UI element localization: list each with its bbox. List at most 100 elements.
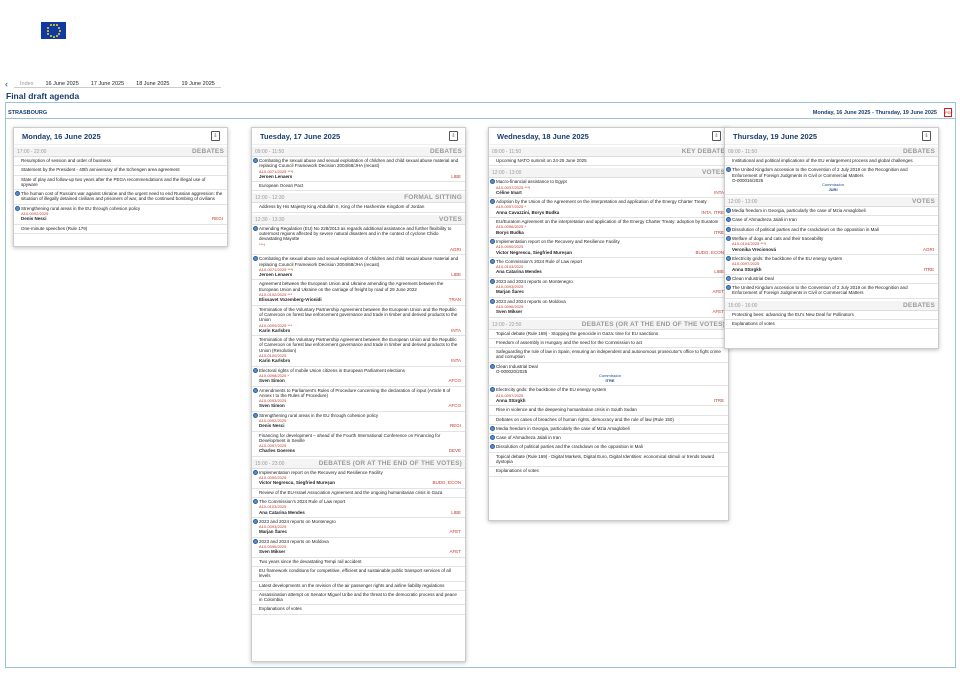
agenda-item[interactable]: Electoral rights of mobile Union citizen… [252, 367, 465, 387]
document-icon[interactable] [253, 256, 258, 262]
agenda-item[interactable]: Financing for development – ahead of the… [252, 432, 465, 457]
document-icon[interactable] [253, 387, 258, 393]
agenda-item[interactable]: EU/Euratom Agreement on the interpretati… [489, 218, 728, 238]
agenda-item[interactable]: Topical debate (Rule 169) - Digital Mark… [489, 453, 728, 468]
agenda-item[interactable]: Institutional and political implications… [725, 157, 938, 167]
agenda-item[interactable]: Implementation report on the Recovery an… [252, 469, 465, 489]
agenda-item[interactable]: Electricity grids: the backbone of the E… [489, 386, 728, 407]
agenda-item[interactable]: Rise in violence and the deepening human… [489, 406, 728, 416]
agenda-item[interactable]: Upcoming NATO summit on 24-25 June 2025 [489, 157, 728, 167]
agenda-item[interactable]: One-minute speeches (Rule 179) [14, 225, 227, 234]
pdf-download-icon[interactable]: ⇩ [211, 131, 220, 141]
agenda-item[interactable]: Resumption of session and order of busin… [14, 157, 227, 167]
agenda-item[interactable]: 2023 and 2024 reports on Moldova A10-0096… [252, 538, 465, 558]
agenda-item[interactable]: The Commission's 2024 Rule of Law report… [489, 258, 728, 278]
pdf-download-icon[interactable]: ⇩ [712, 131, 721, 141]
document-icon[interactable] [490, 425, 495, 431]
document-icon[interactable] [726, 255, 731, 261]
agenda-item[interactable]: The Commission's 2024 Rule of Law report… [252, 498, 465, 518]
agenda-item[interactable]: Case of Ahmadreza Jalali in Iran [489, 434, 728, 444]
agenda-item[interactable]: Media freedom in Georgia, particularly t… [489, 425, 728, 435]
agenda-item[interactable]: 2023 and 2024 reports on Montenegro A10-0… [489, 278, 728, 298]
agenda-item[interactable]: Protecting bees: advancing the EU's New … [725, 311, 938, 321]
agenda-item[interactable]: Termination of the Voluntary Partnership… [252, 336, 465, 367]
document-icon[interactable] [15, 205, 20, 211]
agenda-item[interactable]: Strengthening rural areas in the EU thro… [14, 205, 227, 225]
agenda-item[interactable]: Explanations of votes [489, 467, 728, 477]
document-icon[interactable] [726, 275, 731, 281]
agenda-item[interactable]: Address by His Majesty King Abdullah II,… [252, 203, 465, 213]
tab-index[interactable]: Index [14, 81, 40, 88]
agenda-item[interactable]: Strengthening rural areas in the EU thro… [252, 412, 465, 432]
agenda-item[interactable]: Agreement between the European Union and… [252, 280, 465, 306]
agenda-item[interactable]: Explanations of votes [725, 320, 938, 330]
document-icon[interactable] [726, 236, 731, 242]
agenda-item[interactable]: Welfare of dogs and cats and their trace… [725, 235, 938, 255]
agenda-item[interactable]: Electricity grids: the backbone of the E… [725, 255, 938, 275]
document-icon[interactable] [490, 199, 495, 205]
agenda-item[interactable]: Clean Industrial Deal [725, 275, 938, 285]
tab-18-june[interactable]: 18 June 2025 [130, 81, 176, 88]
agenda-item[interactable]: Clean Industrial Deal O-000020/2025 Commis… [489, 363, 728, 387]
document-icon[interactable] [726, 167, 731, 173]
agenda-item[interactable]: The United Kingdom accession to the Conv… [725, 166, 938, 196]
document-icon[interactable] [490, 278, 495, 284]
document-icon[interactable] [253, 225, 258, 231]
agenda-item[interactable]: Dissolution of political parties and the… [725, 226, 938, 236]
agenda-item[interactable]: Media freedom in Georgia, particularly t… [725, 207, 938, 217]
agenda-item[interactable]: Review of the EU-Israel Association Agre… [252, 489, 465, 498]
document-icon[interactable] [253, 538, 258, 544]
document-icon[interactable] [253, 469, 258, 475]
document-icon[interactable] [726, 208, 731, 214]
document-icon[interactable] [253, 518, 258, 524]
agenda-item[interactable]: Combating the sexual abuse and sexual ex… [252, 157, 465, 183]
document-icon[interactable] [490, 387, 495, 393]
agenda-item[interactable]: Adoption by the Union of the Agreement o… [489, 198, 728, 219]
agenda-item[interactable]: 2023 and 2024 reports on Moldova A10-0096… [489, 298, 728, 318]
pdf-download-icon[interactable]: ⇩ [449, 131, 458, 141]
agenda-item[interactable]: Combating the sexual abuse and sexual ex… [252, 255, 465, 281]
document-icon[interactable] [15, 191, 20, 197]
document-icon[interactable] [490, 258, 495, 264]
agenda-item[interactable]: European Ocean Pact [252, 182, 465, 192]
document-icon[interactable] [253, 412, 258, 418]
agenda-item[interactable]: State of play and follow-up two years af… [14, 176, 227, 191]
agenda-item[interactable]: Explanations of votes [252, 605, 465, 615]
tab-17-june[interactable]: 17 June 2025 [84, 81, 131, 88]
document-icon[interactable] [253, 498, 258, 504]
agenda-item[interactable]: Termination of the Voluntary Partnership… [252, 306, 465, 337]
agenda-item[interactable]: EU framework conditions for competitive,… [252, 567, 465, 582]
document-icon[interactable] [490, 179, 495, 185]
pdf-download-icon[interactable]: ⇩ [922, 131, 931, 141]
document-icon[interactable] [726, 285, 731, 291]
agenda-item[interactable]: Two years since the devastating Tempi ra… [252, 558, 465, 567]
agenda-item[interactable]: Case of Ahmadreza Jalali in Iran [725, 216, 938, 226]
agenda-item[interactable]: Safeguarding the rule of law in Spain, e… [489, 348, 728, 363]
agenda-item[interactable]: Amendments to Parliament's Rules of Proc… [252, 387, 465, 412]
agenda-item[interactable]: Freedom of assembly in Hungary and the n… [489, 339, 728, 349]
agenda-item[interactable]: Dissolution of political parties and the… [489, 443, 728, 453]
agenda-item[interactable]: 2023 and 2024 reports on Montenegro A10-0… [252, 518, 465, 538]
agenda-item[interactable]: Amending Regulation (EU) No 228/2013 as … [252, 225, 465, 256]
agenda-item[interactable]: Debates on cases of breaches of human ri… [489, 416, 728, 425]
agenda-item[interactable]: The human cost of Russia's war against U… [14, 190, 227, 205]
document-icon[interactable] [490, 298, 495, 304]
tab-19-june[interactable]: 19 June 2025 [175, 81, 221, 88]
agenda-item[interactable]: Macro-financial assistance to Egypt A10-0… [489, 178, 728, 199]
agenda-item[interactable]: Implementation report on the Recovery an… [489, 238, 728, 258]
document-icon[interactable] [490, 363, 495, 369]
pdf-icon[interactable]: PDF [944, 108, 953, 117]
document-icon[interactable] [490, 444, 495, 450]
document-icon[interactable] [726, 217, 731, 223]
document-icon[interactable] [490, 435, 495, 441]
agenda-item[interactable]: Statement by the President - 40th annive… [14, 166, 227, 176]
document-icon[interactable] [253, 158, 258, 163]
agenda-item[interactable]: The United Kingdom accession to the Conv… [725, 284, 938, 299]
tab-16-june[interactable]: 16 June 2025 [39, 81, 85, 88]
document-icon[interactable] [253, 367, 258, 373]
chevron-left-icon[interactable]: ‹ [5, 80, 8, 89]
agenda-item[interactable]: Assassination attempt on Senator Miguel … [252, 591, 465, 606]
agenda-item[interactable]: Topical debate (Rule 169) - Stopping the… [489, 330, 728, 339]
document-icon[interactable] [726, 226, 731, 232]
agenda-item[interactable]: Latest developments on the revision of t… [252, 582, 465, 591]
